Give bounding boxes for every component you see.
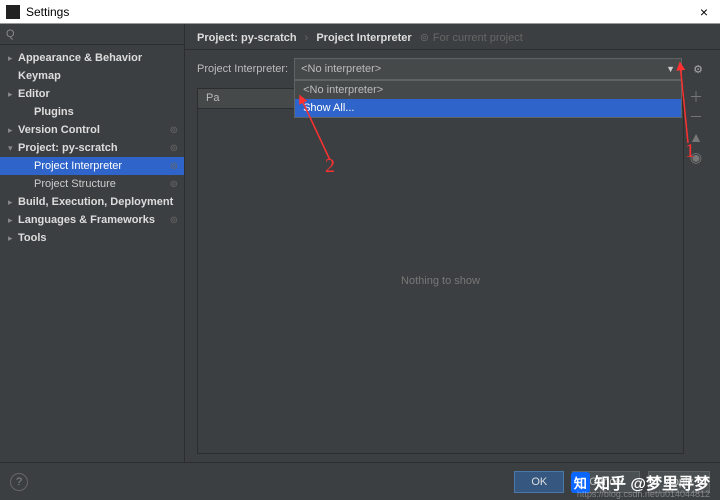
settings-tree: ▸Appearance & BehaviorKeymap▸EditorPlugi…: [0, 45, 184, 462]
add-icon[interactable]: ＋: [689, 90, 703, 104]
sidebar-item[interactable]: ▸Version Control⊚: [0, 121, 184, 139]
scope-icon: ⊚: [170, 143, 178, 154]
interpreter-label: Project Interpreter:: [197, 63, 288, 75]
scope-icon: ⊚: [170, 125, 178, 136]
dropdown-option[interactable]: <No interpreter>: [295, 81, 681, 99]
interpreter-combo-button[interactable]: <No interpreter> ▼: [294, 58, 682, 80]
scope-icon: ⊚: [170, 215, 178, 226]
close-icon[interactable]: ×: [694, 4, 714, 20]
remove-icon[interactable]: －: [689, 110, 703, 124]
scope-icon: ⊚: [170, 179, 178, 190]
expand-icon: ▸: [8, 197, 18, 208]
sidebar-item-label: Keymap: [18, 70, 178, 82]
sidebar-item[interactable]: Keymap: [0, 67, 184, 85]
content: Project: py-scratch › Project Interprete…: [185, 24, 720, 462]
sidebar-item-label: Build, Execution, Deployment: [18, 196, 178, 208]
crumb-sep: ›: [305, 32, 309, 44]
package-toolbar: ＋ － ▲ ◉: [684, 88, 708, 454]
watermark-url: https://blog.csdn.net/u014044812: [577, 489, 710, 499]
interpreter-dropdown: <No interpreter>Show All...: [294, 80, 682, 118]
sidebar-item[interactable]: ▸Build, Execution, Deployment: [0, 193, 184, 211]
crumb-project: Project: py-scratch: [197, 32, 297, 44]
project-scope-icon: ⊚: [420, 31, 429, 44]
expand-icon: ▸: [8, 53, 18, 64]
sidebar-item-label: Project Interpreter: [34, 160, 170, 172]
sidebar-item[interactable]: ▸Languages & Frameworks⊚: [0, 211, 184, 229]
eye-icon[interactable]: ◉: [690, 150, 702, 164]
sidebar-item-label: Plugins: [34, 106, 178, 118]
titlebar: Settings ×: [0, 0, 720, 24]
sidebar-item[interactable]: Project Interpreter⊚: [0, 157, 184, 175]
ok-button[interactable]: OK: [514, 471, 564, 493]
table-empty: Nothing to show: [198, 109, 683, 453]
sidebar-item-label: Project Structure: [34, 178, 170, 190]
crumb-page: Project Interpreter: [316, 32, 411, 44]
help-button[interactable]: ?: [10, 473, 28, 491]
expand-icon: ▸: [8, 233, 18, 244]
expand-icon: ▸: [8, 125, 18, 136]
expand-icon: ▸: [8, 215, 18, 226]
interpreter-combo[interactable]: <No interpreter> ▼ <No interpreter>Show …: [294, 58, 682, 80]
sidebar-item-label: Editor: [18, 88, 178, 100]
sidebar-item-label: Tools: [18, 232, 178, 244]
search-icon: Q: [6, 28, 15, 40]
expand-icon: ▾: [8, 143, 18, 154]
sidebar: Q ▸Appearance & BehaviorKeymap▸EditorPlu…: [0, 24, 185, 462]
sidebar-item[interactable]: Project Structure⊚: [0, 175, 184, 193]
search-box[interactable]: Q: [0, 24, 184, 45]
search-input[interactable]: [19, 28, 178, 40]
expand-icon: ▸: [8, 89, 18, 100]
interpreter-row: Project Interpreter: <No interpreter> ▼ …: [185, 50, 720, 88]
sidebar-item[interactable]: ▸Tools: [0, 229, 184, 247]
sidebar-item-label: Languages & Frameworks: [18, 214, 170, 226]
interpreter-value: <No interpreter>: [301, 63, 666, 75]
sidebar-item-label: Project: py-scratch: [18, 142, 170, 154]
sidebar-item-label: Version Control: [18, 124, 170, 136]
gear-icon[interactable]: ⚙: [688, 59, 708, 79]
window-title: Settings: [26, 5, 694, 19]
crumb-note: ⊚ For current project: [420, 31, 523, 44]
chevron-down-icon: ▼: [666, 64, 675, 74]
scope-icon: ⊚: [170, 161, 178, 172]
sidebar-item-label: Appearance & Behavior: [18, 52, 178, 64]
up-icon[interactable]: ▲: [689, 130, 703, 144]
sidebar-item[interactable]: Plugins: [0, 103, 184, 121]
app-icon: [6, 5, 20, 19]
breadcrumb: Project: py-scratch › Project Interprete…: [185, 24, 720, 50]
main: Q ▸Appearance & BehaviorKeymap▸EditorPlu…: [0, 24, 720, 462]
sidebar-item[interactable]: ▸Editor: [0, 85, 184, 103]
package-table: Pa Nothing to show: [197, 88, 684, 454]
sidebar-item[interactable]: ▾Project: py-scratch⊚: [0, 139, 184, 157]
dropdown-option[interactable]: Show All...: [295, 99, 681, 117]
package-table-area: Pa Nothing to show ＋ － ▲ ◉: [197, 88, 708, 454]
sidebar-item[interactable]: ▸Appearance & Behavior: [0, 49, 184, 67]
